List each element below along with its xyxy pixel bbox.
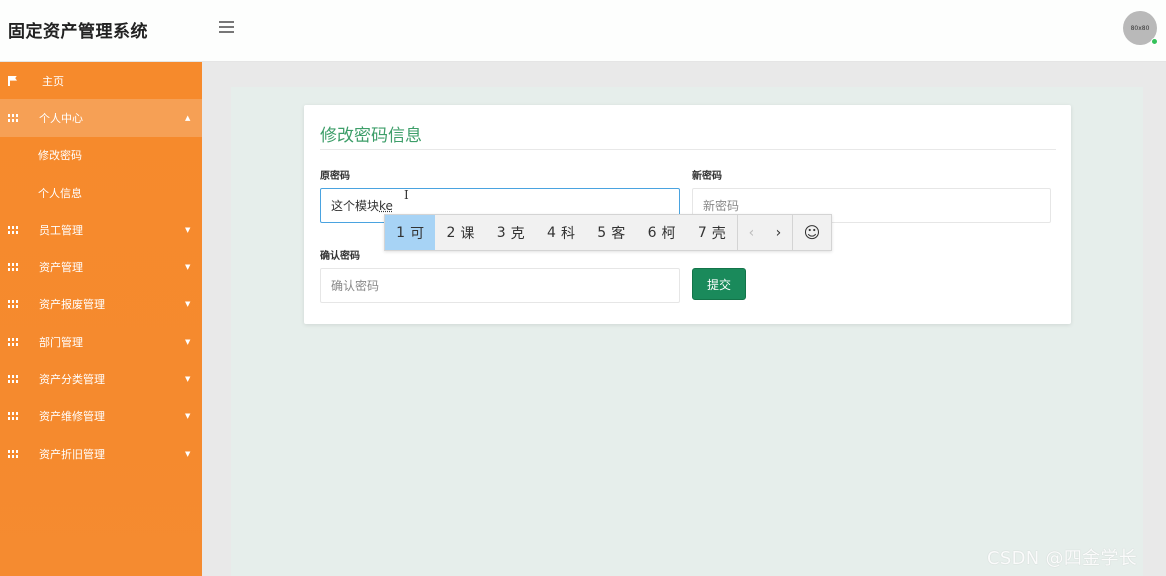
ime-candidate[interactable]: 5客 bbox=[586, 215, 636, 250]
chevron-left-icon[interactable]: ‹ bbox=[738, 215, 765, 250]
sidebar-item-label: 修改密码 bbox=[38, 149, 82, 163]
sidebar-item-label: 资产分类管理 bbox=[39, 373, 105, 387]
ime-candidate[interactable]: 3克 bbox=[486, 215, 536, 250]
grid-icon bbox=[8, 225, 18, 234]
candidate-text: 克 bbox=[510, 225, 525, 242]
caret-down-icon: ▼ bbox=[185, 375, 191, 384]
sidebar-item-label: 资产折旧管理 bbox=[39, 447, 105, 461]
submit-button[interactable]: 提交 bbox=[692, 268, 746, 300]
ime-composition-text: ke bbox=[379, 198, 393, 213]
new-password-label: 新密码 bbox=[692, 171, 722, 182]
page-title: 修改密码信息 bbox=[320, 126, 422, 146]
sidebar-item-personal-center[interactable]: 个人中心 ▲ bbox=[0, 99, 202, 137]
grid-icon bbox=[8, 300, 18, 309]
caret-down-icon: ▼ bbox=[185, 225, 191, 234]
candidate-text: 科 bbox=[560, 225, 575, 242]
caret-up-icon: ▲ bbox=[185, 113, 191, 122]
sidebar-item-label: 员工管理 bbox=[39, 223, 83, 237]
sidebar-item-asset-category-management[interactable]: 资产分类管理 ▼ bbox=[0, 360, 202, 397]
candidate-number: 3 bbox=[496, 224, 506, 241]
ime-candidate[interactable]: 1可 bbox=[385, 215, 436, 250]
sidebar-item-department-management[interactable]: 部门管理 ▼ bbox=[0, 323, 202, 360]
online-status-dot bbox=[1151, 38, 1158, 45]
sidebar-item-label: 部门管理 bbox=[39, 335, 83, 349]
sidebar-item-label: 资产报废管理 bbox=[39, 298, 105, 312]
sidebar-item-asset-repair-management[interactable]: 资产维修管理 ▼ bbox=[0, 398, 202, 435]
candidate-text: 课 bbox=[460, 225, 475, 242]
menu-toggle-icon[interactable] bbox=[219, 21, 234, 35]
confirm-password-input[interactable]: 确认密码 bbox=[320, 268, 680, 303]
sidebar-item-employee-management[interactable]: 员工管理 ▼ bbox=[0, 211, 202, 248]
smiley-icon[interactable]: ☺ bbox=[793, 215, 831, 250]
watermark: CSDN @四金学长 bbox=[987, 548, 1138, 569]
candidate-text: 柯 bbox=[661, 225, 676, 242]
grid-icon bbox=[8, 412, 18, 421]
flag-icon bbox=[8, 75, 18, 86]
confirm-password-placeholder: 确认密码 bbox=[331, 279, 380, 293]
sidebar-item-label: 资产维修管理 bbox=[39, 410, 105, 424]
sidebar-item-asset-management[interactable]: 资产管理 ▼ bbox=[0, 248, 202, 285]
ime-candidate-bar: 1可 2课 3克 4科 5客 6柯 7壳 ‹ › ☺ bbox=[384, 214, 832, 251]
candidate-number: 1 bbox=[396, 224, 406, 241]
candidate-number: 5 bbox=[597, 224, 607, 241]
sidebar-item-label: 个人信息 bbox=[38, 186, 82, 200]
candidate-number: 6 bbox=[647, 224, 657, 241]
sidebar-item-home[interactable]: 主页 bbox=[0, 62, 202, 99]
user-avatar[interactable]: 80x80 bbox=[1123, 11, 1159, 47]
ime-candidate[interactable]: 4科 bbox=[536, 215, 586, 250]
caret-down-icon: ▼ bbox=[185, 449, 191, 458]
chevron-right-icon[interactable]: › bbox=[765, 215, 792, 250]
candidate-number: 4 bbox=[547, 224, 556, 241]
caret-down-icon: ▼ bbox=[185, 300, 191, 309]
caret-down-icon: ▼ bbox=[185, 263, 191, 272]
sidebar-item-asset-depreciation-management[interactable]: 资产折旧管理 ▼ bbox=[0, 435, 202, 472]
text-cursor-icon: I bbox=[404, 188, 409, 202]
candidate-text: 壳 bbox=[711, 225, 726, 242]
grid-icon bbox=[8, 263, 18, 272]
old-password-label: 原密码 bbox=[320, 171, 350, 182]
ime-candidate[interactable]: 6柯 bbox=[636, 215, 686, 250]
sidebar-subitem-personal-info[interactable]: 个人信息 bbox=[0, 174, 202, 211]
app-title: 固定资产管理系统 bbox=[8, 22, 148, 42]
grid-icon bbox=[8, 113, 18, 122]
sidebar-item-label: 资产管理 bbox=[39, 261, 83, 275]
sidebar-item-label: 个人中心 bbox=[39, 111, 83, 125]
ime-candidate[interactable]: 2课 bbox=[435, 215, 485, 250]
candidate-text: 可 bbox=[410, 225, 425, 242]
grid-icon bbox=[8, 449, 18, 458]
sidebar-subitem-change-password[interactable]: 修改密码 bbox=[0, 137, 202, 174]
new-password-placeholder: 新密码 bbox=[703, 199, 740, 213]
candidate-number: 7 bbox=[697, 224, 707, 241]
ime-candidate[interactable]: 7壳 bbox=[687, 215, 737, 250]
caret-down-icon: ▼ bbox=[185, 412, 191, 421]
candidate-text: 客 bbox=[611, 225, 626, 242]
old-password-value: 这个模块 bbox=[331, 199, 380, 213]
sidebar-item-asset-scrap-management[interactable]: 资产报废管理 ▼ bbox=[0, 286, 202, 323]
confirm-password-label: 确认密码 bbox=[320, 251, 360, 262]
title-divider bbox=[320, 149, 1056, 150]
caret-down-icon: ▼ bbox=[185, 337, 191, 346]
grid-icon bbox=[8, 375, 18, 384]
top-header: 固定资产管理系统 80x80 bbox=[0, 0, 1166, 62]
sidebar: 主页 个人中心 ▲ 修改密码 个人信息 员工管理 ▼ 资产管理 ▼ 资产报废管理… bbox=[0, 62, 202, 576]
grid-icon bbox=[8, 337, 18, 346]
sidebar-item-label: 主页 bbox=[42, 74, 64, 88]
candidate-number: 2 bbox=[446, 224, 456, 241]
